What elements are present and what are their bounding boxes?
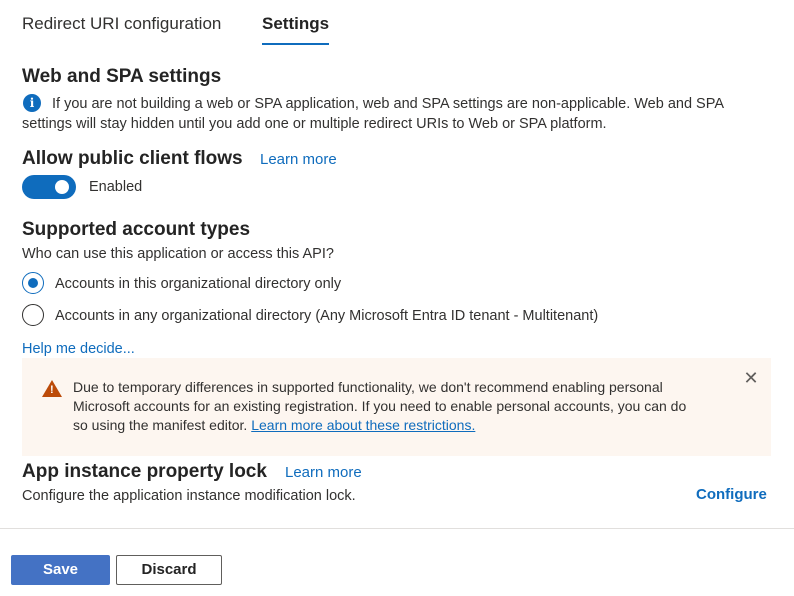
lock-description: Configure the application instance modif… [22, 488, 356, 504]
radio-single-tenant-label: Accounts in this organizational director… [55, 276, 342, 292]
warning-icon: ! [42, 380, 62, 397]
app-instance-lock-heading: App instance property lock [22, 461, 267, 482]
footer-divider [0, 528, 794, 529]
save-button[interactable]: Save [11, 555, 110, 585]
web-spa-info-line-2: settings will stay hidden until you add … [22, 116, 607, 132]
account-types-question: Who can use this application or access t… [22, 246, 334, 262]
radio-multitenant-label: Accounts in any organizational directory… [55, 308, 599, 324]
toggle-state-label: Enabled [89, 179, 143, 195]
warning-line-2: Microsoft accounts for an existing regis… [73, 398, 687, 414]
tab-bar: Redirect URI configuration Settings [22, 14, 330, 46]
public-client-flows-toggle[interactable] [22, 175, 76, 199]
restrictions-learn-more-link[interactable]: Learn more about these restrictions. [251, 417, 475, 433]
tab-redirect-uri-configuration[interactable]: Redirect URI configuration [22, 14, 262, 46]
supported-account-types-heading: Supported account types [22, 219, 251, 240]
warning-line-1: Due to temporary differences in supporte… [73, 379, 663, 395]
warning-line-3-text: so using the manifest editor. [73, 417, 252, 433]
tab-settings[interactable]: Settings [262, 14, 330, 46]
close-icon[interactable]: ✕ [741, 368, 761, 388]
help-me-decide-link[interactable]: Help me decide... [22, 339, 135, 359]
warning-line-3: so using the manifest editor. Learn more… [73, 416, 743, 435]
web-spa-info-line-1: If you are not building a web or SPA app… [52, 96, 724, 112]
warning-message: Due to temporary differences in supporte… [73, 378, 743, 435]
info-icon: i [23, 94, 41, 112]
web-spa-settings-heading: Web and SPA settings [22, 66, 222, 87]
public-client-learn-more-link[interactable]: Learn more [260, 150, 337, 170]
toggle-knob [55, 180, 69, 194]
configure-link[interactable]: Configure [696, 486, 767, 503]
warning-banner: ! Due to temporary differences in suppor… [22, 358, 771, 456]
radio-single-tenant[interactable] [22, 272, 44, 294]
discard-button[interactable]: Discard [116, 555, 222, 585]
radio-multitenant[interactable] [22, 304, 44, 326]
public-client-flows-heading: Allow public client flows [22, 148, 243, 169]
lock-learn-more-link[interactable]: Learn more [285, 463, 362, 483]
